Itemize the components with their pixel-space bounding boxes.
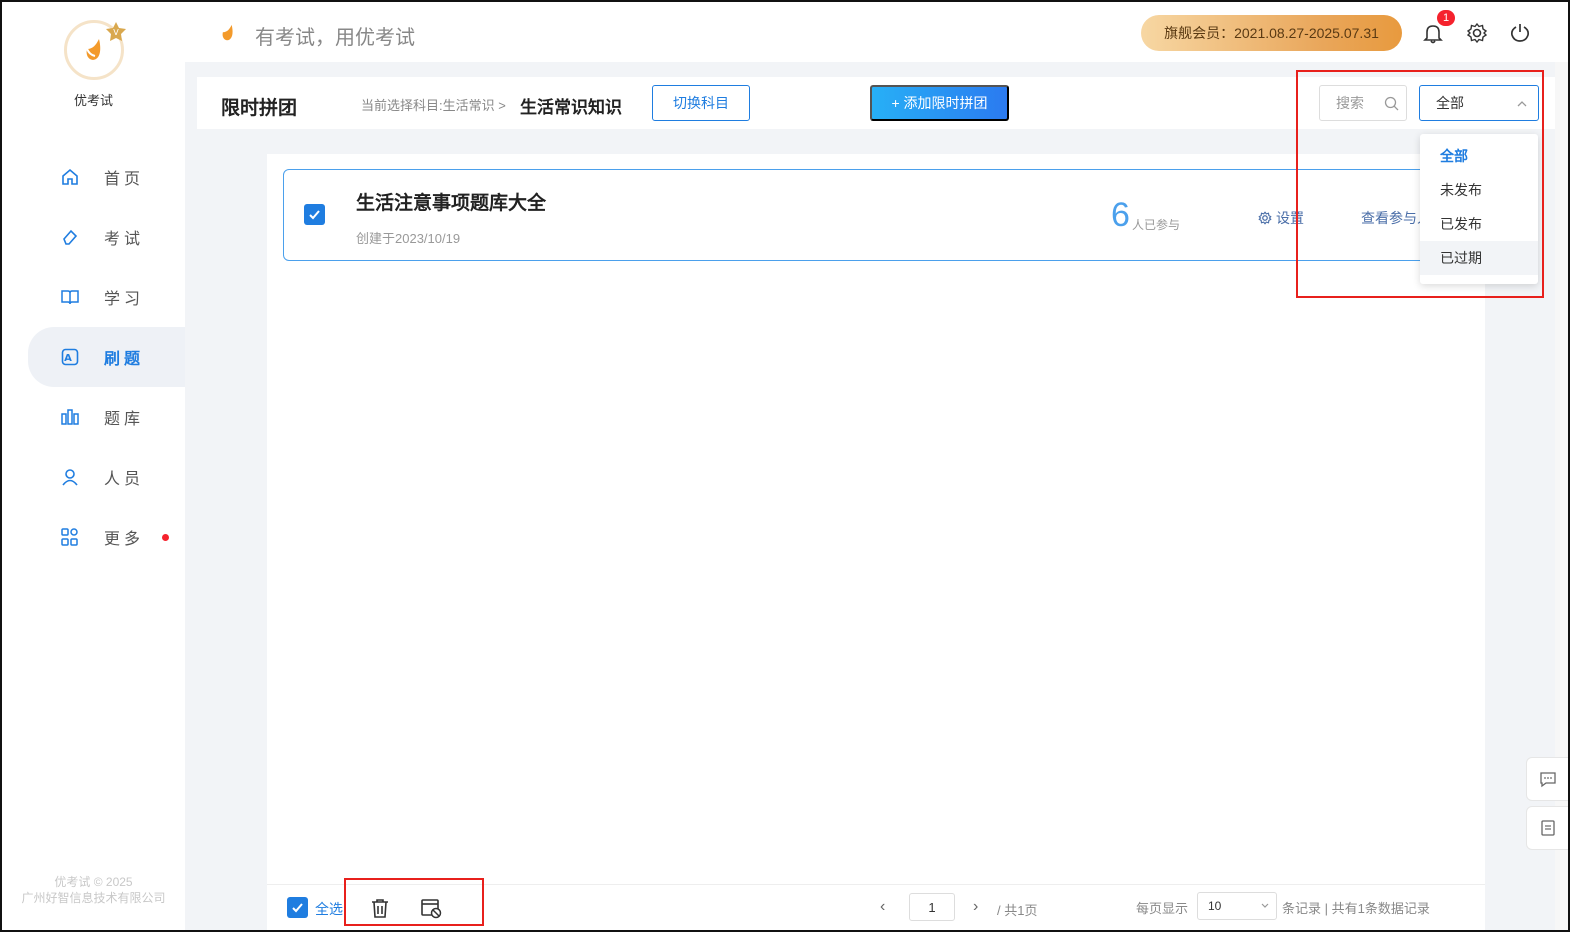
card-title: 生活注意事项题库大全 bbox=[356, 193, 547, 214]
logo-text: 优考试 bbox=[73, 93, 113, 108]
prev-page-button[interactable]: ‹ bbox=[880, 898, 885, 916]
notification-badge: 1 bbox=[1437, 10, 1455, 26]
sidebar-item-study[interactable]: 学习 bbox=[2, 267, 185, 327]
sidebar: V 优考试 首页 考试 学习 A 刷题 题库 人员 更多 优考试 © 2025 … bbox=[2, 2, 185, 930]
highlight-box-filter bbox=[1296, 70, 1544, 298]
check-icon bbox=[309, 210, 320, 220]
records-summary: 条记录 | 共有1条数据记录 bbox=[1282, 901, 1430, 916]
copyright: 优考试 © 2025 广州好智信息技术有限公司 bbox=[2, 874, 185, 906]
page-number-input[interactable]: 1 bbox=[909, 893, 955, 921]
per-page-label: 每页显示 bbox=[1136, 901, 1189, 916]
sidebar-item-library[interactable]: 题库 bbox=[2, 387, 185, 447]
copyright-line2: 广州好智信息技术有限公司 bbox=[21, 891, 166, 905]
sidebar-item-label: 题库 bbox=[104, 411, 145, 428]
top-header: 有考试，用优考试 旗舰会员：2021.08.27-2025.07.31 1 bbox=[185, 2, 1568, 62]
sidebar-item-more[interactable]: 更多 bbox=[2, 507, 185, 567]
card-date: 创建于2023/10/19 bbox=[356, 231, 461, 246]
chat-icon bbox=[1540, 772, 1556, 788]
next-page-button[interactable]: › bbox=[973, 898, 978, 916]
quiz-a-icon: A bbox=[60, 347, 80, 367]
sidebar-item-exam[interactable]: 考试 bbox=[2, 207, 185, 267]
per-page-select[interactable]: 10 bbox=[1197, 892, 1277, 920]
gear-icon[interactable] bbox=[1466, 22, 1488, 44]
card-checkbox[interactable] bbox=[304, 204, 325, 225]
book-icon bbox=[60, 287, 80, 307]
page-total: / 共1页 bbox=[997, 903, 1038, 918]
eraser-icon bbox=[60, 227, 80, 247]
notification-dot bbox=[162, 534, 169, 541]
participant-count: 6 bbox=[1111, 196, 1130, 234]
participant-label: 人已参与 bbox=[1132, 218, 1181, 232]
breadcrumb-current: 生活常识知识 bbox=[520, 98, 622, 117]
sidebar-item-label: 首页 bbox=[104, 171, 145, 188]
check-icon bbox=[292, 903, 303, 913]
sidebar-item-users[interactable]: 人员 bbox=[2, 447, 185, 507]
app-frame: V 优考试 首页 考试 学习 A 刷题 题库 人员 更多 优考试 © 2025 … bbox=[0, 0, 1570, 932]
library-icon bbox=[60, 407, 80, 427]
select-all-checkbox[interactable] bbox=[287, 897, 308, 918]
vip-crown-icon: V bbox=[106, 22, 126, 41]
chevron-down-icon bbox=[1261, 903, 1269, 908]
highlight-box-bulk-actions bbox=[344, 878, 484, 926]
sidebar-item-label: 刷题 bbox=[104, 351, 145, 368]
svg-text:V: V bbox=[113, 28, 119, 37]
sidebar-item-practice[interactable]: A 刷题 bbox=[28, 327, 185, 387]
apps-icon bbox=[60, 527, 80, 547]
switch-subject-button[interactable]: 切换科目 bbox=[652, 85, 750, 121]
copyright-line1: 优考试 © 2025 bbox=[54, 875, 133, 889]
notes-button[interactable] bbox=[1526, 806, 1568, 850]
user-icon bbox=[60, 467, 80, 487]
page-title: 限时拼团 bbox=[221, 98, 298, 119]
sidebar-item-label: 学习 bbox=[104, 291, 145, 308]
feedback-button[interactable] bbox=[1526, 757, 1568, 801]
sidebar-item-home[interactable]: 首页 bbox=[2, 147, 185, 207]
sidebar-item-label: 人员 bbox=[104, 471, 145, 488]
document-icon bbox=[1541, 820, 1555, 836]
breadcrumb: 当前选择科目:生活常识 > bbox=[361, 98, 506, 113]
slogan: 有考试，用优考试 bbox=[255, 27, 415, 49]
add-group-buy-button[interactable]: + 添加限时拼团 bbox=[870, 85, 1009, 121]
svg-text:A: A bbox=[64, 353, 76, 364]
member-badge[interactable]: 旗舰会员：2021.08.27-2025.07.31 bbox=[1141, 15, 1402, 51]
bell-icon[interactable] bbox=[1422, 22, 1444, 44]
power-icon[interactable] bbox=[1509, 22, 1531, 44]
sidebar-item-label: 更多 bbox=[104, 531, 145, 548]
select-all-label[interactable]: 全选 bbox=[315, 899, 343, 919]
sidebar-item-label: 考试 bbox=[104, 231, 145, 248]
leaf-logo-icon bbox=[222, 24, 233, 41]
per-page-value: 10 bbox=[1208, 899, 1222, 913]
sidebar-nav: 首页 考试 学习 A 刷题 题库 人员 更多 bbox=[2, 147, 185, 567]
gear-icon bbox=[1258, 211, 1272, 225]
home-icon bbox=[60, 167, 80, 187]
